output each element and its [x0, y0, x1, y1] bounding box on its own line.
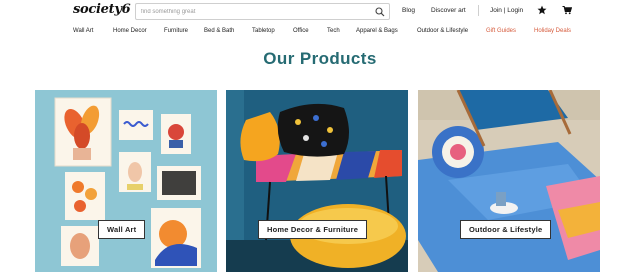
cart-icon[interactable] — [562, 5, 572, 15]
society6-logo[interactable]: society6 — [73, 2, 131, 17]
star-icon[interactable] — [537, 5, 547, 15]
product-tile-home-decor-furniture[interactable]: Home Decor & Furniture — [226, 90, 408, 272]
page-title: Our Products — [263, 49, 377, 68]
product-tile-wall-art[interactable]: Wall Art — [35, 90, 217, 272]
discover-art-link[interactable]: Discover art — [431, 7, 466, 14]
nav-outdoor-lifestyle[interactable]: Outdoor & Lifestyle — [417, 28, 468, 34]
outdoor-lifestyle-image — [418, 90, 600, 272]
outdoor-lifestyle-label[interactable]: Outdoor & Lifestyle — [460, 220, 552, 239]
nav-tabletop[interactable]: Tabletop — [252, 28, 275, 34]
product-tile-outdoor-lifestyle[interactable]: Outdoor & Lifestyle — [418, 90, 600, 272]
wall-art-image — [35, 90, 217, 272]
nav-apparel-bags[interactable]: Apparel & Bags — [356, 28, 398, 34]
join-login-link[interactable]: Join | Login — [490, 7, 523, 14]
header-divider — [478, 5, 479, 16]
nav-wall-art[interactable]: Wall Art — [73, 28, 93, 34]
search-box[interactable] — [135, 3, 390, 20]
nav-tech[interactable]: Tech — [327, 28, 340, 34]
top-bar: society6 Blog Discover art Join | Login — [0, 0, 640, 24]
nav-bed-bath[interactable]: Bed & Bath — [204, 28, 234, 34]
home-decor-image — [226, 90, 408, 272]
nav-home-decor[interactable]: Home Decor — [113, 28, 147, 34]
home-decor-furniture-label[interactable]: Home Decor & Furniture — [258, 220, 368, 239]
nav-office[interactable]: Office — [293, 28, 309, 34]
search-input[interactable] — [141, 6, 369, 18]
nav-furniture[interactable]: Furniture — [164, 28, 188, 34]
search-icon[interactable] — [375, 7, 385, 17]
nav-holiday-deals[interactable]: Holiday Deals — [534, 28, 571, 34]
wall-art-label[interactable]: Wall Art — [98, 220, 146, 239]
blog-link[interactable]: Blog — [402, 7, 415, 14]
nav-gift-guides[interactable]: Gift Guides — [486, 28, 516, 34]
category-nav: Wall Art Home Decor Furniture Bed & Bath… — [0, 28, 640, 40]
